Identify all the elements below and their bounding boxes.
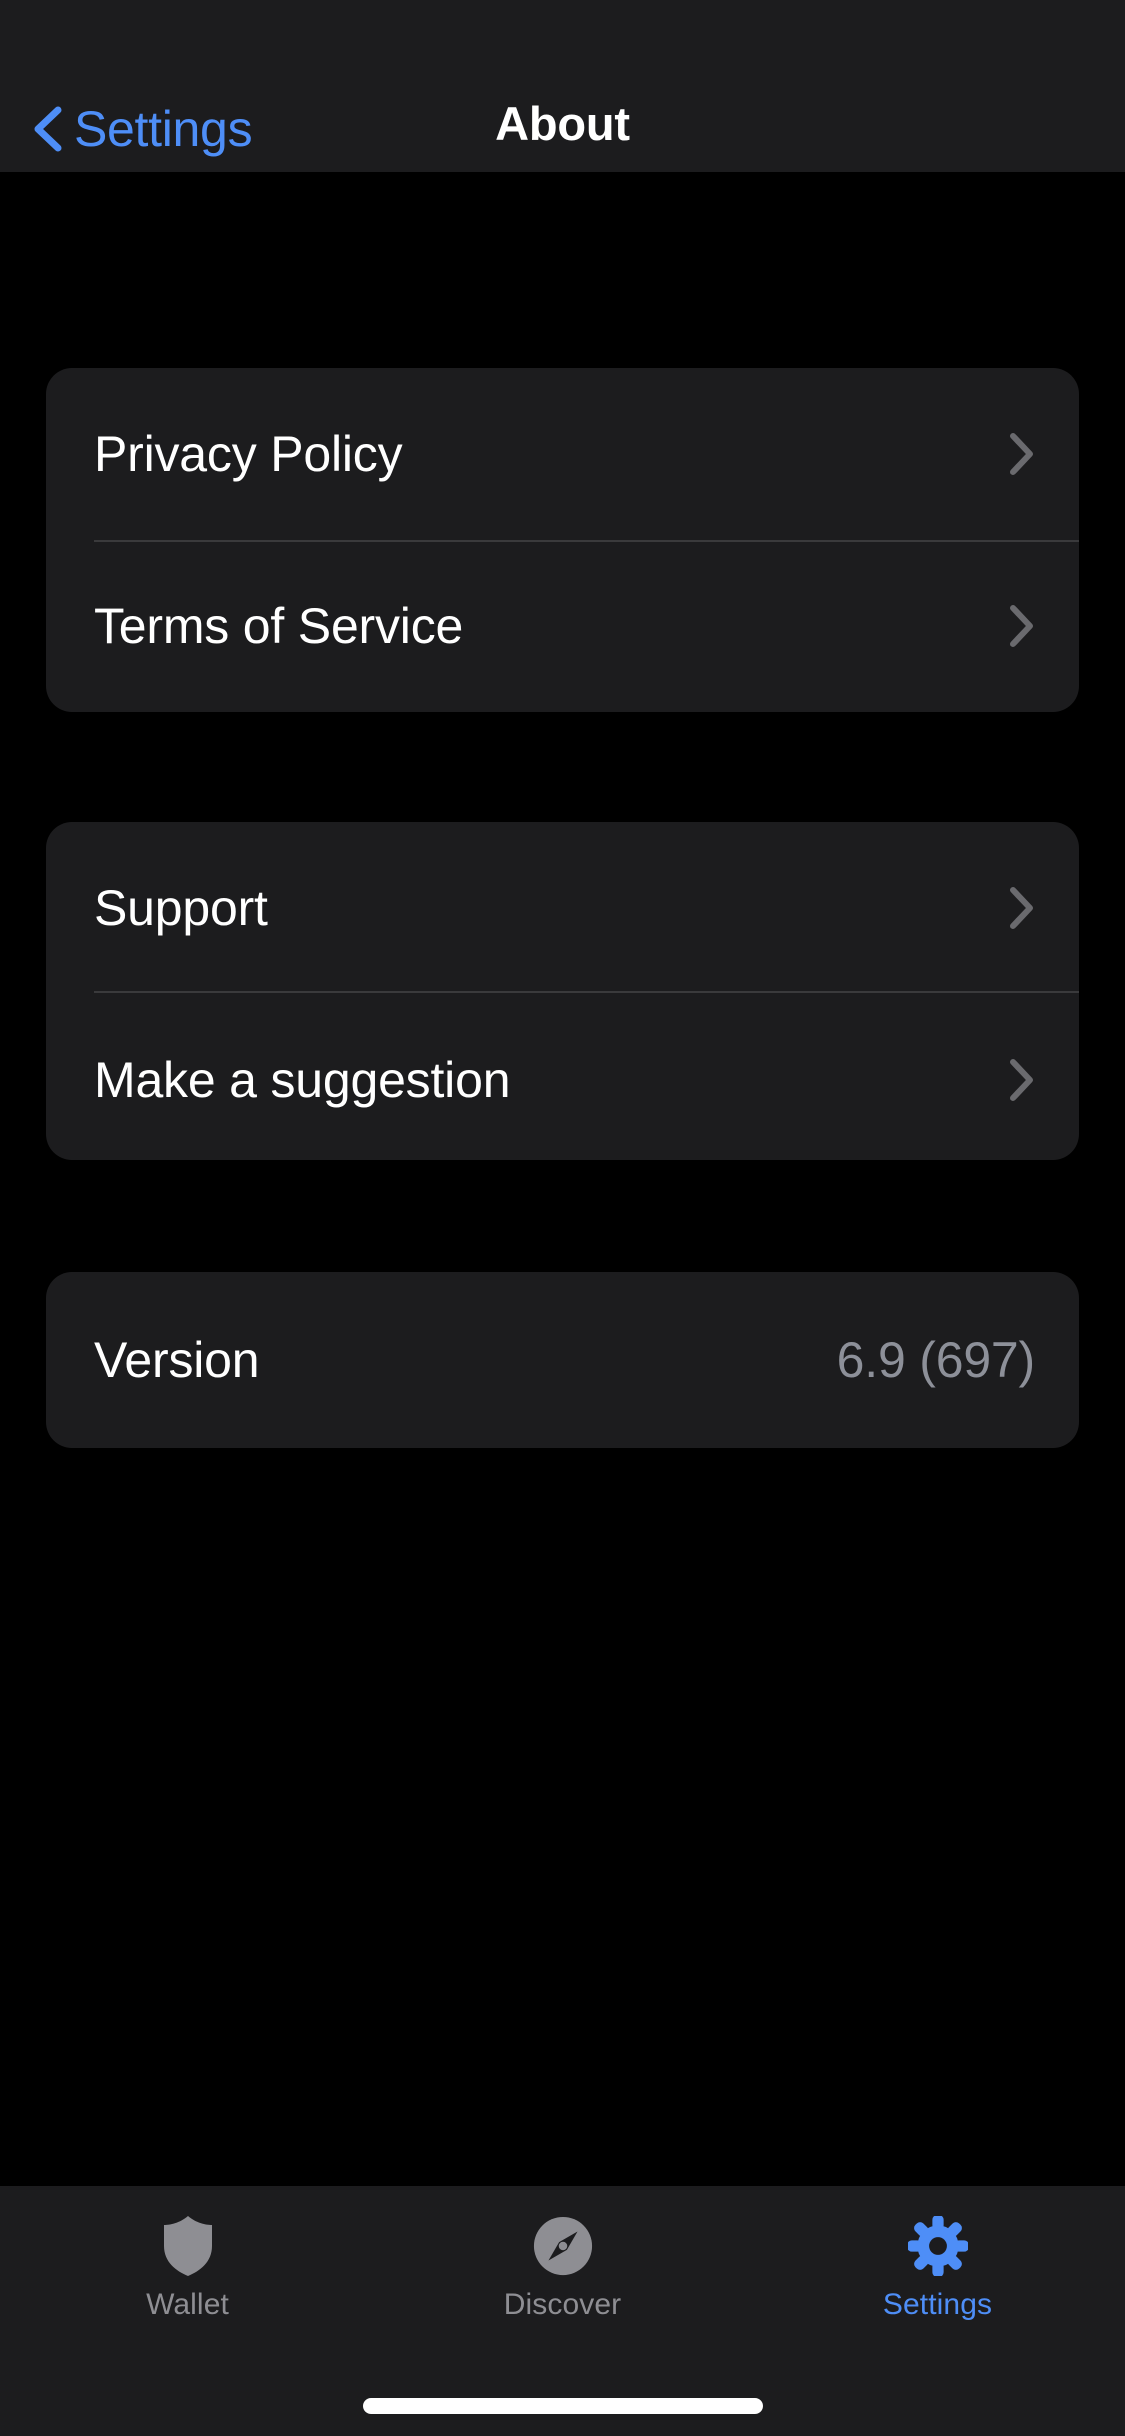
chevron-right-icon [1010,1059,1033,1101]
tab-label: Discover [503,2288,622,2321]
version-value: 6.9 (697) [836,1332,1036,1388]
row-label: Terms of Service [94,598,464,654]
row-label: Support [94,880,268,936]
row-version: Version 6.9 (697) [46,1272,1079,1448]
tab-label: Wallet [146,2288,229,2321]
navigation-bar: Settings About [0,0,1125,172]
row-terms-of-service[interactable]: Terms of Service [46,540,1079,712]
gear-icon [906,2214,970,2278]
chevron-right-icon [1010,887,1033,929]
settings-group-help: Support Make a suggestion [46,822,1079,1160]
row-divider [94,991,1079,993]
row-label: Make a suggestion [94,1052,511,1108]
tab-settings[interactable]: Settings [750,2186,1125,2436]
shield-icon [156,2214,220,2278]
settings-group-version: Version 6.9 (697) [46,1272,1079,1448]
phone-screen: 1:10 Settings About [0,0,1125,2436]
settings-group-legal: Privacy Policy Terms of Service [46,368,1079,712]
page-title: About [495,97,630,150]
row-privacy-policy[interactable]: Privacy Policy [46,368,1079,540]
tab-label: Settings [882,2288,993,2321]
row-support[interactable]: Support [46,822,1079,994]
settings-list: Privacy Policy Terms of Service Support [0,172,1125,2186]
compass-icon [531,2214,595,2278]
row-label: Privacy Policy [94,426,403,482]
row-make-a-suggestion[interactable]: Make a suggestion [46,994,1079,1160]
row-label: Version [94,1332,260,1388]
tab-wallet[interactable]: Wallet [0,2186,375,2436]
chevron-right-icon [1010,433,1033,475]
home-indicator[interactable] [362,2398,763,2414]
tab-bar: Wallet Discover Settings [0,2186,1125,2436]
chevron-right-icon [1010,605,1033,647]
